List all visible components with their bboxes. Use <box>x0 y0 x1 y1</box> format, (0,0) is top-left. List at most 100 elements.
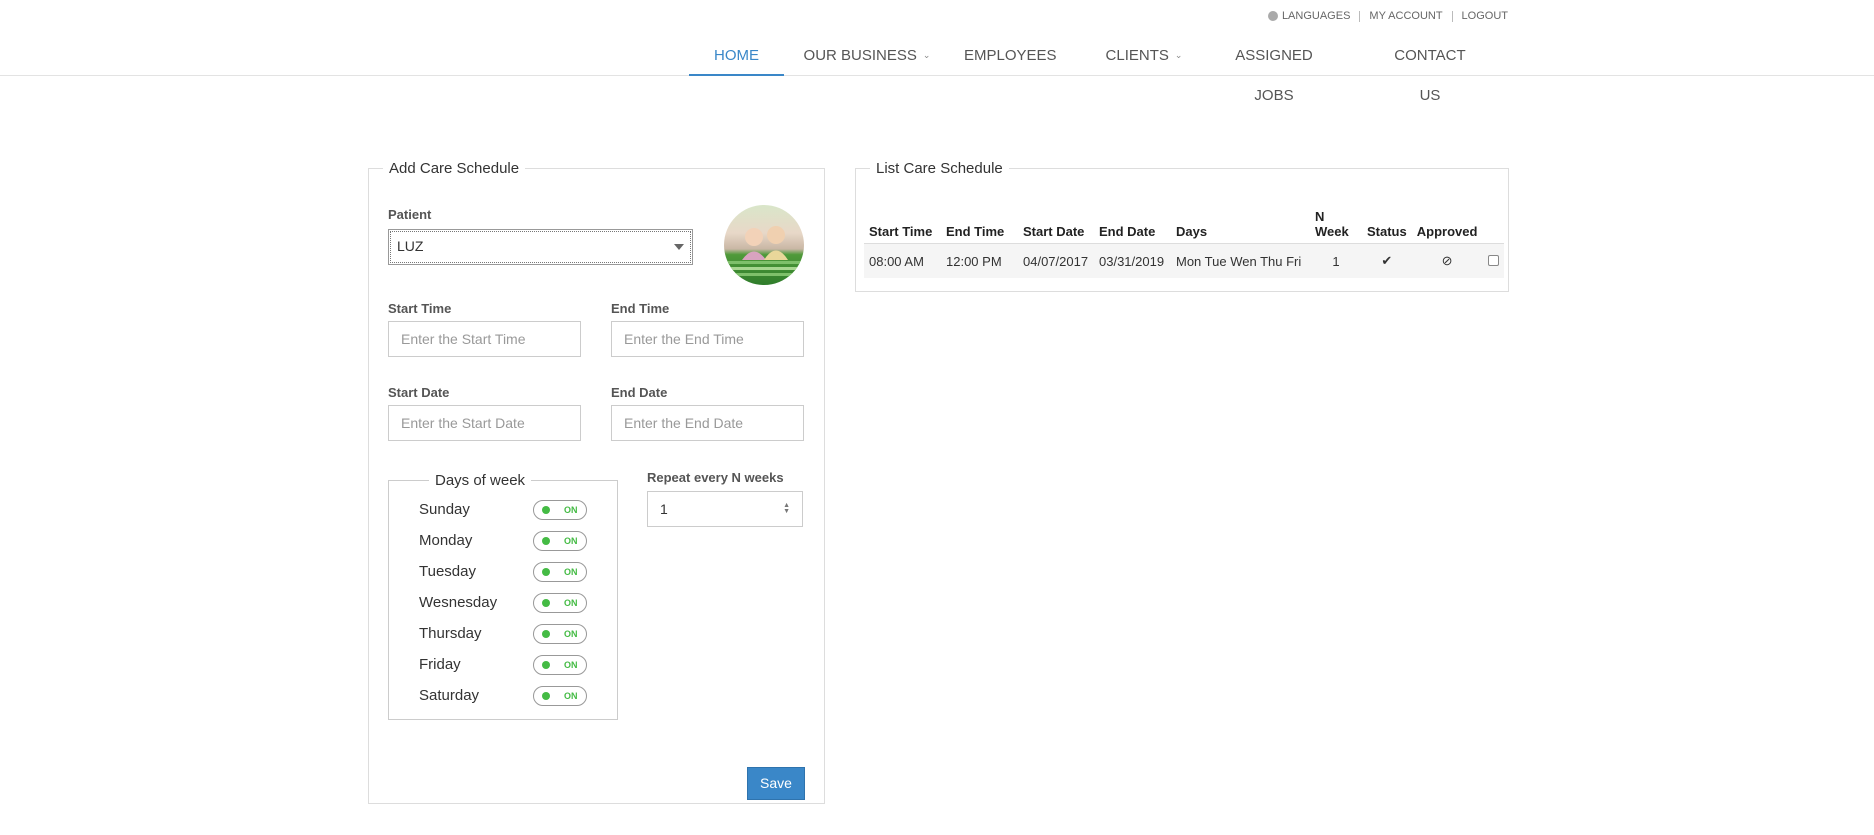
list-care-schedule-legend: List Care Schedule <box>876 160 1003 177</box>
end-time-label: End Time <box>611 301 670 316</box>
cell-status: ✔ <box>1362 243 1412 278</box>
col-end-date: End Date <box>1094 205 1171 244</box>
languages-label: LANGUAGES <box>1281 10 1351 22</box>
day-name: Saturday <box>419 687 480 704</box>
days-of-week-box: Days of week Sunday ON Monday ON Tuesday… <box>388 472 618 720</box>
col-status: Status <box>1362 205 1412 244</box>
nav-employees[interactable]: EMPLOYEES <box>964 36 1057 76</box>
toggle-state: ON <box>564 629 578 639</box>
day-name: Monday <box>419 532 473 549</box>
nav-home[interactable]: HOME <box>689 36 784 76</box>
toggle-dot-icon <box>542 506 550 514</box>
add-care-schedule-panel: Add Care Schedule Patient LUZ Start Time… <box>368 160 825 804</box>
day-name: Wesnesday <box>419 594 498 611</box>
toggle-dot-icon <box>542 537 550 545</box>
toggle-state: ON <box>564 660 578 670</box>
day-row-tuesday: Tuesday ON <box>419 562 589 584</box>
main-nav: HOME OUR BUSINESS ⌄ EMPLOYEES CLIENTS ⌄ AS… <box>0 36 1874 104</box>
end-time-input[interactable]: Enter the End Time <box>611 321 804 357</box>
toggle-state: ON <box>564 567 578 577</box>
languages-link[interactable]: LANGUAGES <box>1267 10 1351 22</box>
dropdown-arrow-icon <box>674 244 684 250</box>
thursday-toggle[interactable]: ON <box>533 624 587 644</box>
col-end-time: End Time <box>941 205 1018 244</box>
toggle-state: ON <box>564 536 578 546</box>
toggle-state: ON <box>564 505 578 515</box>
row-checkbox[interactable] <box>1487 254 1499 266</box>
nav-our-business[interactable]: OUR BUSINESS ⌄ <box>803 36 931 76</box>
globe-icon <box>1267 11 1278 21</box>
utility-bar: LANGUAGES MY ACCOUNT LOGOUT <box>1267 10 1508 22</box>
col-n-week-line2: Week <box>1315 224 1349 239</box>
patient-select[interactable]: LUZ <box>388 229 693 265</box>
spinner-arrows-icon[interactable]: ▲ ▼ <box>783 502 790 515</box>
toggle-dot-icon <box>542 661 550 669</box>
divider <box>1359 10 1361 22</box>
cell-approved: ⊘ <box>1411 243 1483 278</box>
nav-our-business-label: OUR BUSINESS <box>803 47 917 64</box>
toggle-state: ON <box>564 598 578 608</box>
friday-toggle[interactable]: ON <box>533 655 587 675</box>
start-time-input[interactable]: Enter the Start Time <box>388 321 581 357</box>
saturday-toggle[interactable]: ON <box>533 686 587 706</box>
list-care-schedule-panel: List Care Schedule Start Time End Time S… <box>855 160 1509 292</box>
cell-n-week: 1 <box>1310 243 1362 278</box>
cell-days: Mon Tue Wen Thu Fri <box>1171 243 1310 278</box>
nav-assigned-jobs[interactable]: ASSIGNED JOBS <box>1214 36 1334 104</box>
patient-value: LUZ <box>397 238 424 254</box>
days-of-week-title: Days of week <box>429 472 532 489</box>
day-name: Friday <box>419 656 461 673</box>
start-time-label: Start Time <box>388 301 452 316</box>
day-row-saturday: Saturday ON <box>419 686 589 708</box>
add-care-schedule-legend: Add Care Schedule <box>389 160 520 177</box>
repeat-weeks-input[interactable]: 1 ▲ ▼ <box>647 491 803 527</box>
schedule-table: Start Time End Time Start Date End Date … <box>864 205 1505 278</box>
end-date-input[interactable]: Enter the End Date <box>611 405 804 441</box>
day-name: Sunday <box>419 501 470 518</box>
day-row-thursday: Thursday ON <box>419 624 589 646</box>
col-start-date: Start Date <box>1018 205 1094 244</box>
nav-clients-label: CLIENTS <box>1105 47 1169 64</box>
cell-end-date: 03/31/2019 <box>1094 243 1171 278</box>
start-date-input[interactable]: Enter the Start Date <box>388 405 581 441</box>
wednesday-toggle[interactable]: ON <box>533 593 587 613</box>
logout-link[interactable]: LOGOUT <box>1462 10 1508 22</box>
my-account-link[interactable]: MY ACCOUNT <box>1369 10 1442 22</box>
toggle-dot-icon <box>542 630 550 638</box>
cell-end-time: 12:00 PM <box>941 243 1018 278</box>
patient-photo-icon <box>724 226 804 276</box>
nav-contact-us[interactable]: CONTACT US <box>1382 36 1478 104</box>
cell-select <box>1482 243 1505 278</box>
chevron-down-icon: ⌄ <box>1174 50 1183 60</box>
end-date-label: End Date <box>611 385 668 400</box>
col-n-week: N Week <box>1310 205 1362 244</box>
day-name: Tuesday <box>419 563 476 580</box>
col-approved: Approved <box>1411 205 1483 244</box>
nav-clients[interactable]: CLIENTS ⌄ <box>1104 36 1184 76</box>
toggle-dot-icon <box>542 692 550 700</box>
monday-toggle[interactable]: ON <box>533 531 587 551</box>
day-row-sunday: Sunday ON <box>419 500 589 522</box>
day-row-friday: Friday ON <box>419 655 589 677</box>
cell-start-time: 08:00 AM <box>864 243 941 278</box>
toggle-dot-icon <box>542 568 550 576</box>
start-date-label: Start Date <box>388 385 450 400</box>
tuesday-toggle[interactable]: ON <box>533 562 587 582</box>
toggle-state: ON <box>564 691 578 701</box>
day-row-wednesday: Wesnesday ON <box>419 593 589 615</box>
patient-avatar <box>724 205 804 285</box>
patient-label: Patient <box>388 207 432 222</box>
col-start-time: Start Time <box>864 205 941 244</box>
table-row[interactable]: 08:00 AM 12:00 PM 04/07/2017 03/31/2019 … <box>864 243 1505 278</box>
save-button[interactable]: Save <box>747 767 805 800</box>
check-icon[interactable]: ✔ <box>1381 253 1392 268</box>
divider <box>1451 10 1453 22</box>
col-n-week-line1: N <box>1315 209 1325 224</box>
col-days: Days <box>1171 205 1310 244</box>
repeat-label: Repeat every N weeks <box>647 470 784 485</box>
cell-start-date: 04/07/2017 <box>1018 243 1094 278</box>
col-select <box>1482 205 1505 244</box>
not-allowed-icon[interactable]: ⊘ <box>1442 253 1453 268</box>
sunday-toggle[interactable]: ON <box>533 500 587 520</box>
chevron-down-icon: ⌄ <box>922 50 931 60</box>
